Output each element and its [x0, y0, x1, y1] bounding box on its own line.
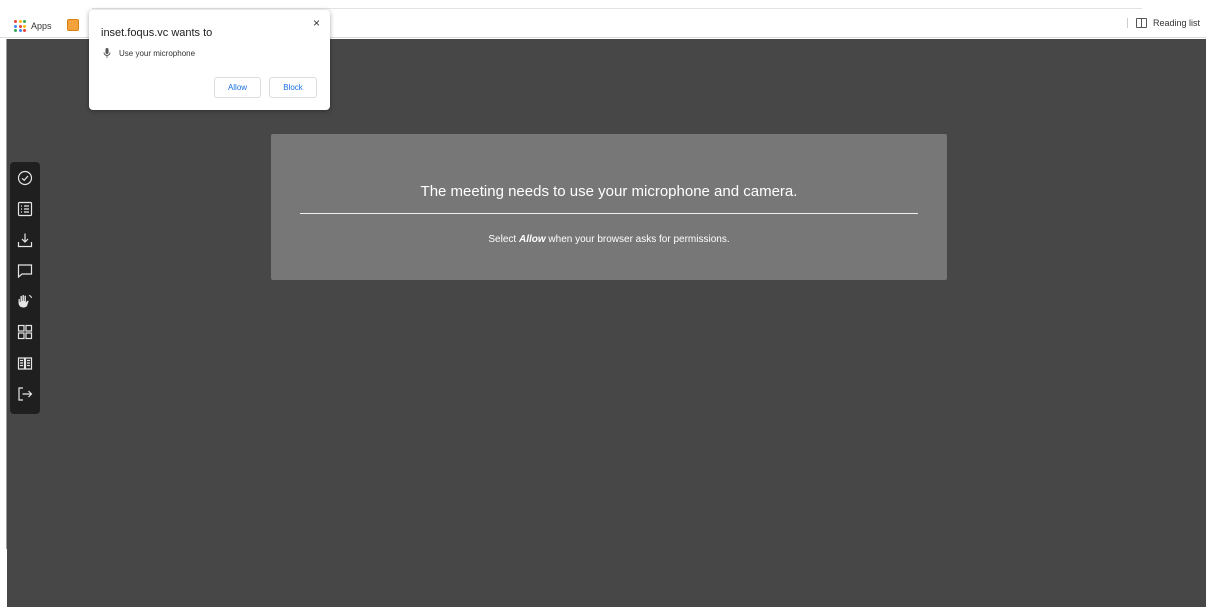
exit-icon[interactable]: [14, 383, 36, 405]
check-circle-icon[interactable]: [14, 167, 36, 189]
popup-title: inset.foqus.vc wants to: [101, 27, 213, 39]
meeting-toolbar: [10, 162, 40, 414]
reading-list-label: Reading list: [1152, 18, 1200, 28]
notice-sub-prefix: Select: [488, 234, 519, 245]
microphone-icon: [103, 48, 111, 58]
close-icon[interactable]: ×: [313, 17, 320, 29]
permission-row: Use your microphone: [103, 48, 195, 58]
list-icon[interactable]: [14, 198, 36, 220]
apps-shortcut[interactable]: Apps: [14, 18, 52, 34]
permission-popup: inset.foqus.vc wants to × Use your micro…: [89, 10, 330, 110]
allow-button[interactable]: Allow: [214, 77, 261, 98]
meeting-stage: [7, 39, 1206, 607]
notice-title: The meeting needs to use your microphone…: [420, 183, 798, 200]
bookmark-favicon[interactable]: [67, 19, 79, 31]
raise-hand-icon[interactable]: [14, 291, 36, 313]
notice-sub-suffix: when your browser asks for permissions.: [545, 234, 730, 245]
address-bar-edge: [92, 6, 1142, 9]
block-button[interactable]: Block: [269, 77, 317, 98]
browser-window: Apps Reading list The meeting needs to u…: [0, 0, 1206, 607]
notice-sub-emphasis: Allow: [518, 234, 546, 245]
reading-list-button[interactable]: Reading list: [1126, 18, 1200, 28]
notice-divider: [300, 213, 918, 214]
reading-list-icon: [1135, 18, 1147, 28]
permission-notice-panel: The meeting needs to use your microphone…: [271, 134, 947, 280]
book-icon[interactable]: [14, 352, 36, 374]
apps-label: Apps: [31, 21, 52, 31]
grid-view-icon[interactable]: [14, 321, 36, 343]
chat-icon[interactable]: [14, 260, 36, 282]
notice-subtitle: Select Allow when your browser asks for …: [271, 234, 947, 245]
download-icon[interactable]: [14, 229, 36, 251]
permission-label: Use your microphone: [119, 48, 196, 58]
window-left-edge: [0, 39, 7, 549]
apps-grid-icon: [14, 20, 26, 32]
